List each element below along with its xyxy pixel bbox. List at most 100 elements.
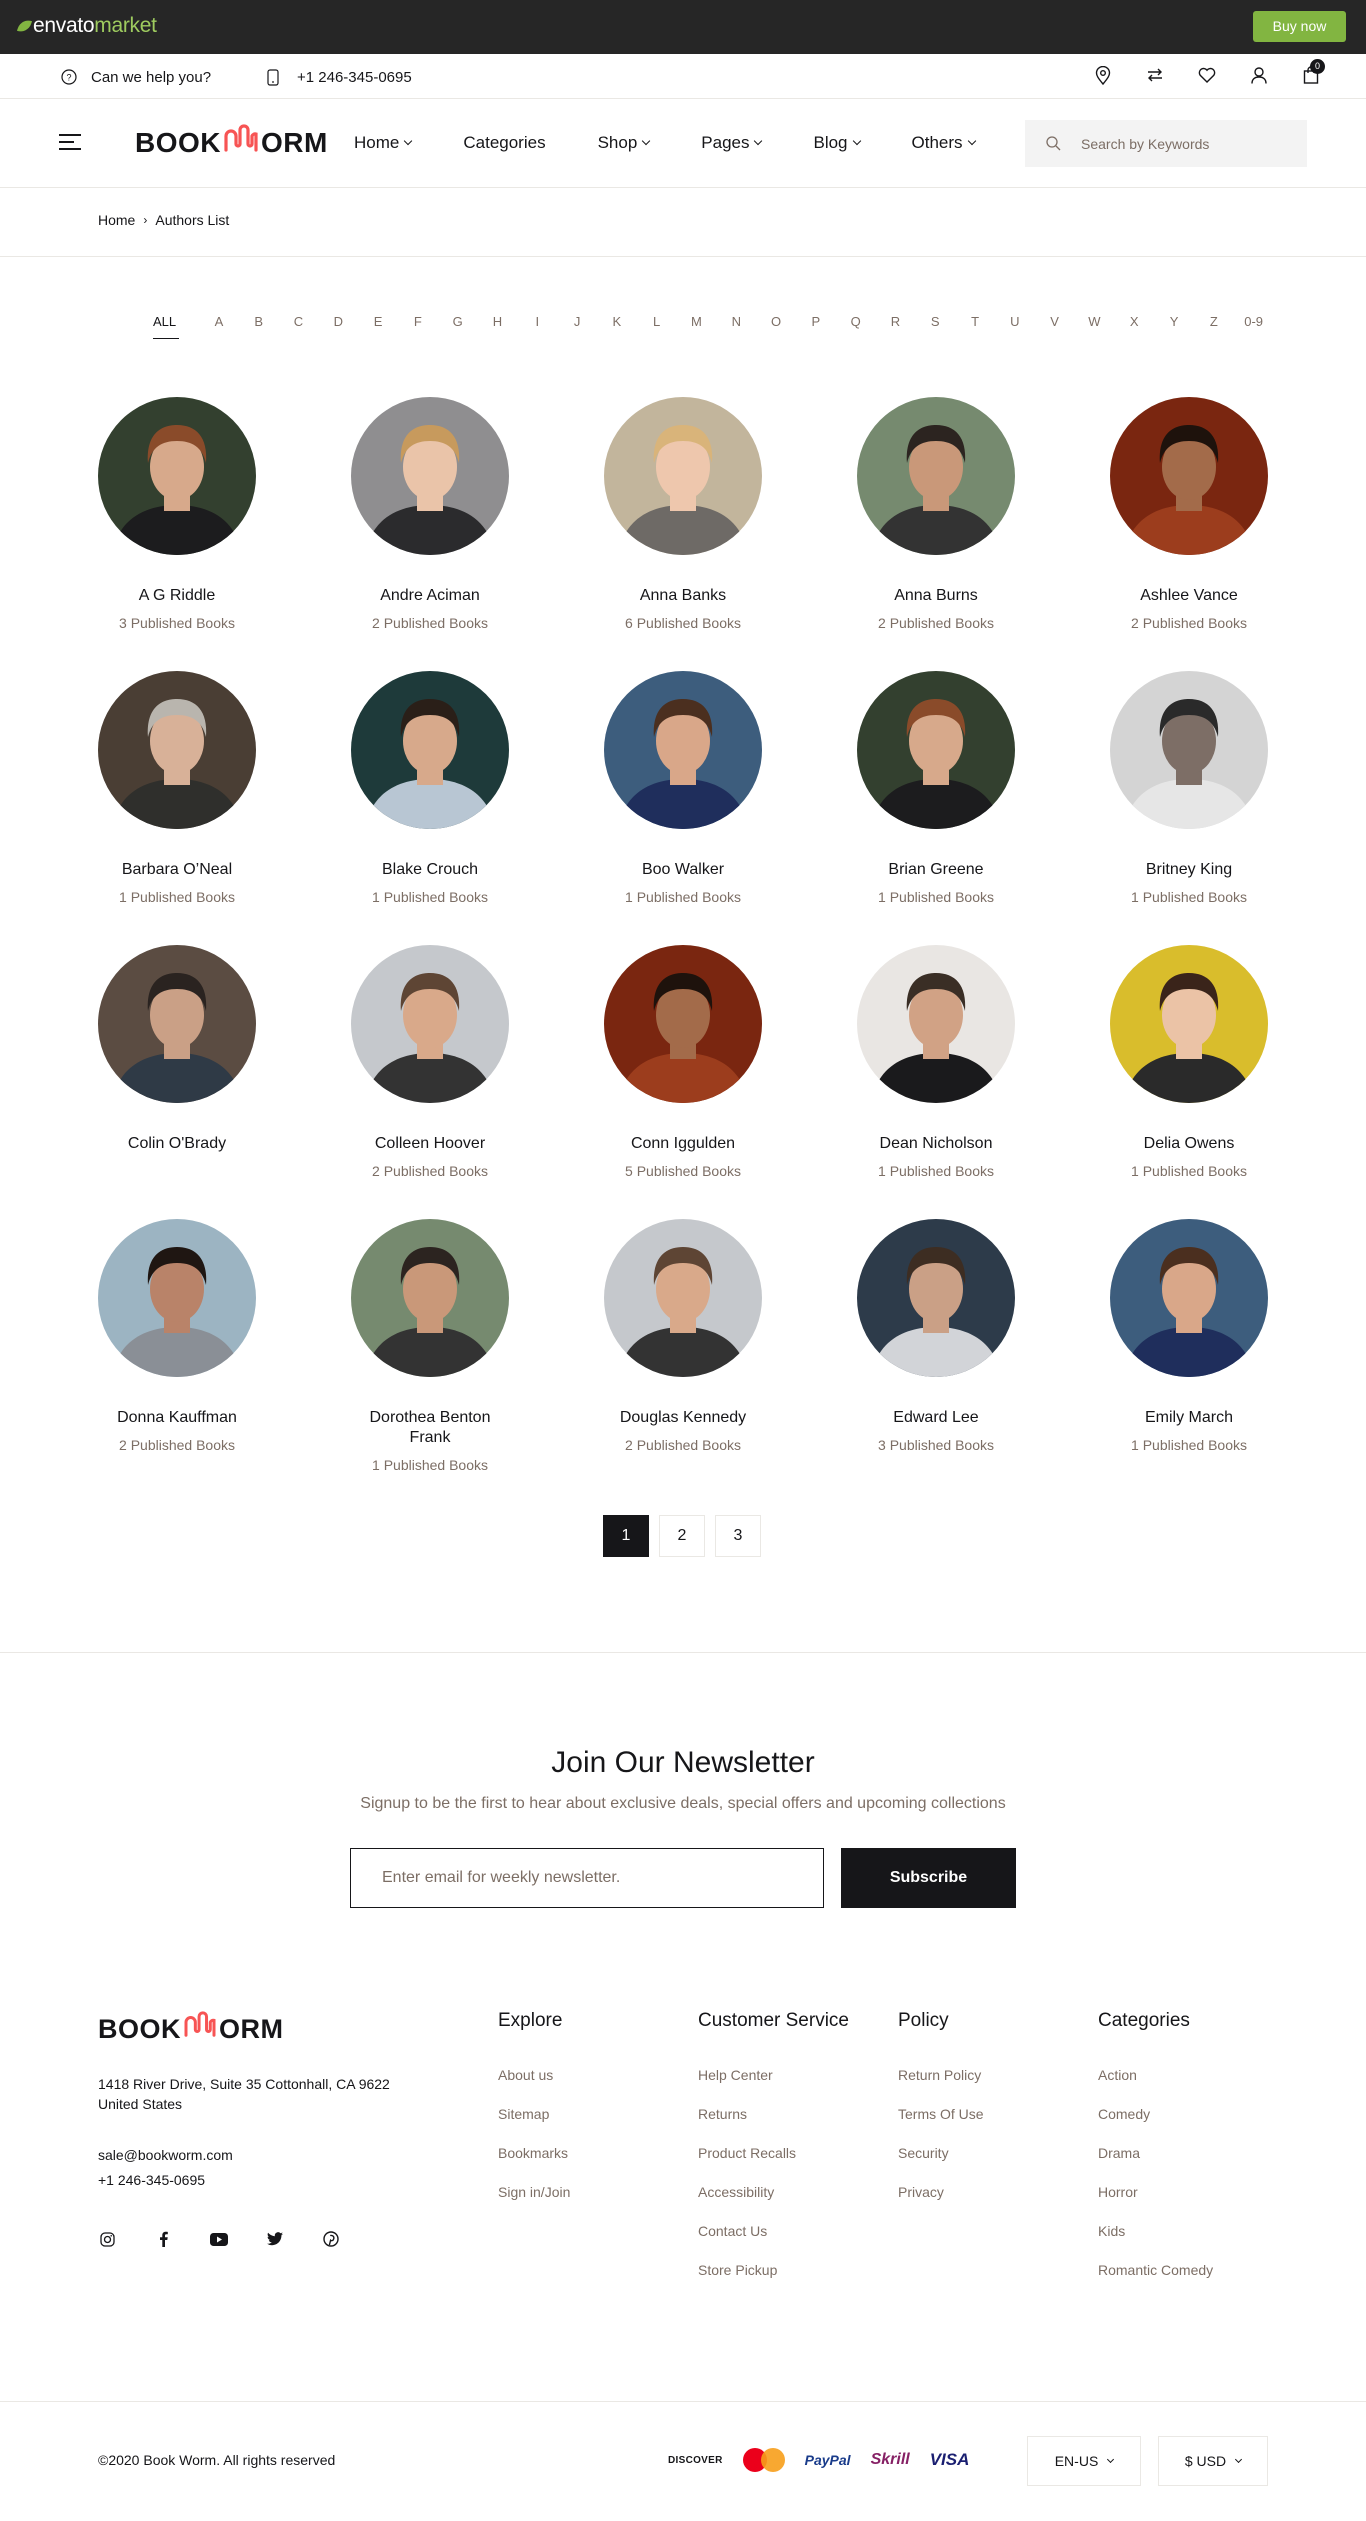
letter-filter-l[interactable]: L [637, 314, 677, 329]
help-link[interactable]: ? Can we help you? [59, 67, 211, 87]
newsletter-email-input[interactable] [350, 1848, 824, 1908]
letter-filter-0-9[interactable]: 0-9 [1234, 314, 1274, 329]
instagram-icon[interactable] [98, 2230, 116, 2248]
footer-link[interactable]: Horror [1098, 2184, 1213, 2200]
author-name[interactable]: Donna Kauffman [98, 1408, 256, 1428]
author-avatar[interactable] [857, 397, 1015, 555]
author-card[interactable]: Barbara O’Neal 1 Published Books [98, 671, 256, 905]
twitter-icon[interactable] [266, 2230, 284, 2248]
page-3-button[interactable]: 3 [715, 1515, 761, 1557]
letter-filter-r[interactable]: R [876, 314, 916, 329]
letter-filter-m[interactable]: M [677, 314, 717, 329]
footer-link[interactable]: Returns [698, 2106, 849, 2122]
author-name[interactable]: Britney King [1110, 860, 1268, 880]
author-avatar[interactable] [1110, 397, 1268, 555]
letter-filter-all[interactable]: ALL [153, 314, 199, 329]
nav-others[interactable]: Others [912, 133, 976, 153]
author-avatar[interactable] [1110, 1219, 1268, 1377]
author-name[interactable]: Colin O'Brady [98, 1134, 256, 1154]
footer-link[interactable]: Store Pickup [698, 2262, 849, 2278]
nav-home[interactable]: Home [354, 133, 413, 153]
author-name[interactable]: Ashlee Vance [1110, 586, 1268, 606]
footer-link[interactable]: Contact Us [698, 2223, 849, 2239]
footer-link[interactable]: Sign in/Join [498, 2184, 570, 2200]
letter-filter-h[interactable]: H [478, 314, 518, 329]
author-name[interactable]: Colleen Hoover [351, 1134, 509, 1154]
user-icon[interactable] [1249, 65, 1269, 85]
nav-blog[interactable]: Blog [813, 133, 861, 153]
author-name[interactable]: Anna Banks [604, 586, 762, 606]
author-name[interactable]: Anna Burns [857, 586, 1015, 606]
letter-filter-f[interactable]: F [398, 314, 438, 329]
author-avatar[interactable] [1110, 671, 1268, 829]
footer-link[interactable]: Product Recalls [698, 2145, 849, 2161]
author-avatar[interactable] [351, 671, 509, 829]
author-name[interactable]: Dean Nicholson [857, 1134, 1015, 1154]
letter-filter-v[interactable]: V [1035, 314, 1075, 329]
letter-filter-o[interactable]: O [756, 314, 796, 329]
search-icon[interactable] [1043, 134, 1063, 154]
nav-shop[interactable]: Shop [598, 133, 651, 153]
author-avatar[interactable] [857, 671, 1015, 829]
footer-link[interactable]: Comedy [1098, 2106, 1213, 2122]
author-name[interactable]: Barbara O’Neal [98, 860, 256, 880]
author-name[interactable]: Brian Greene [857, 860, 1015, 880]
author-card[interactable]: Dorothea Benton Frank 1 Published Books [351, 1219, 509, 1473]
search-input[interactable] [1081, 135, 1281, 152]
footer-link[interactable]: Kids [1098, 2223, 1213, 2239]
author-avatar[interactable] [351, 397, 509, 555]
author-card[interactable]: Conn Iggulden 5 Published Books [604, 945, 762, 1179]
author-card[interactable]: Brian Greene 1 Published Books [857, 671, 1015, 905]
author-name[interactable]: Andre Aciman [351, 586, 509, 606]
footer-link[interactable]: Help Center [698, 2067, 849, 2083]
footer-link[interactable]: Return Policy [898, 2067, 984, 2083]
letter-filter-s[interactable]: S [915, 314, 955, 329]
letter-filter-n[interactable]: N [716, 314, 756, 329]
author-avatar[interactable] [351, 945, 509, 1103]
envato-logo[interactable]: envatomarket [16, 14, 157, 38]
author-card[interactable]: Colleen Hoover 2 Published Books [351, 945, 509, 1179]
phone-link[interactable]: +1 246-345-0695 [263, 67, 412, 87]
footer-link[interactable]: Security [898, 2145, 984, 2161]
author-card[interactable]: Britney King 1 Published Books [1110, 671, 1268, 905]
author-name[interactable]: Douglas Kennedy [604, 1408, 762, 1428]
footer-link[interactable]: Sitemap [498, 2106, 570, 2122]
footer-link[interactable]: Action [1098, 2067, 1213, 2083]
page-1-button[interactable]: 1 [603, 1515, 649, 1557]
author-avatar[interactable] [604, 671, 762, 829]
author-avatar[interactable] [98, 397, 256, 555]
shopping-bag-icon[interactable]: 0 [1301, 59, 1325, 85]
footer-link[interactable]: Accessibility [698, 2184, 849, 2200]
letter-filter-a[interactable]: A [199, 314, 239, 329]
author-card[interactable]: Andre Aciman 2 Published Books [351, 397, 509, 631]
author-avatar[interactable] [98, 1219, 256, 1377]
author-card[interactable]: Anna Banks 6 Published Books [604, 397, 762, 631]
letter-filter-u[interactable]: U [995, 314, 1035, 329]
currency-select[interactable]: $ USD [1158, 2436, 1268, 2486]
author-avatar[interactable] [1110, 945, 1268, 1103]
compare-arrows-icon[interactable] [1145, 65, 1165, 85]
author-name[interactable]: Delia Owens [1110, 1134, 1268, 1154]
author-card[interactable]: Emily March 1 Published Books [1110, 1219, 1268, 1453]
letter-filter-z[interactable]: Z [1194, 314, 1234, 329]
author-card[interactable]: Douglas Kennedy 2 Published Books [604, 1219, 762, 1453]
author-avatar[interactable] [604, 1219, 762, 1377]
footer-email[interactable]: sale@bookworm.com [98, 2147, 233, 2163]
author-name[interactable]: Blake Crouch [351, 860, 509, 880]
footer-link[interactable]: Privacy [898, 2184, 984, 2200]
letter-filter-d[interactable]: D [318, 314, 358, 329]
buy-now-button[interactable]: Buy now [1253, 11, 1346, 42]
footer-link[interactable]: About us [498, 2067, 570, 2083]
facebook-icon[interactable] [154, 2230, 172, 2248]
footer-link[interactable]: Drama [1098, 2145, 1213, 2161]
letter-filter-j[interactable]: J [557, 314, 597, 329]
letter-filter-p[interactable]: P [796, 314, 836, 329]
letter-filter-c[interactable]: C [279, 314, 319, 329]
nav-pages[interactable]: Pages [701, 133, 763, 153]
author-card[interactable]: Edward Lee 3 Published Books [857, 1219, 1015, 1453]
author-name[interactable]: Boo Walker [604, 860, 762, 880]
letter-filter-x[interactable]: X [1114, 314, 1154, 329]
letter-filter-w[interactable]: W [1075, 314, 1115, 329]
site-logo[interactable]: BOOK ORM [135, 124, 328, 162]
letter-filter-g[interactable]: G [438, 314, 478, 329]
